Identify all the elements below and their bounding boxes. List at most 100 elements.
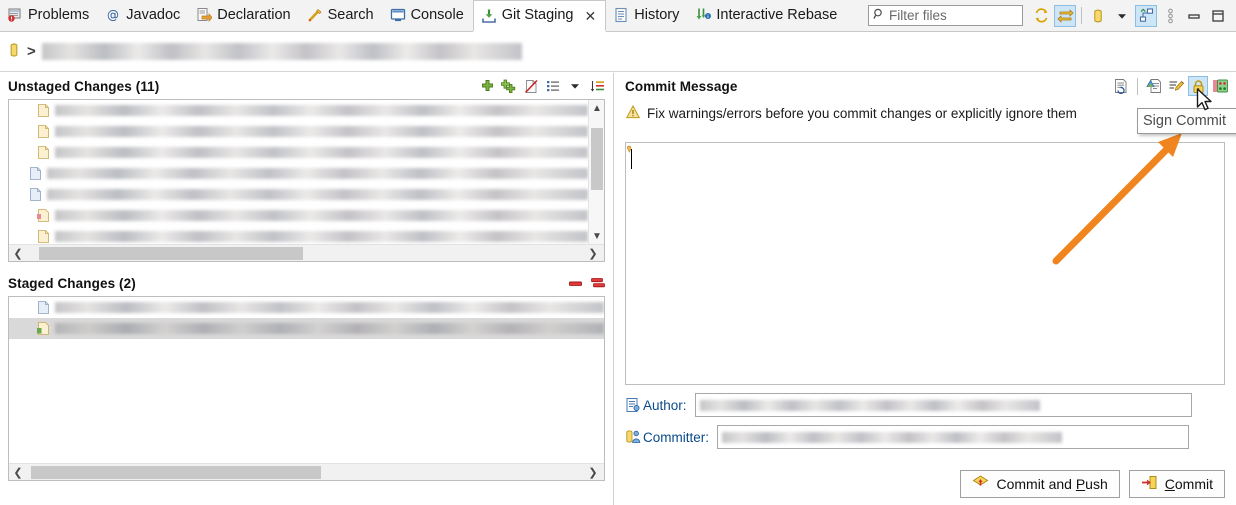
list-item[interactable] xyxy=(9,142,588,163)
scrollbar-thumb[interactable] xyxy=(39,247,303,260)
warning-icon xyxy=(625,104,641,122)
staged-changes-list[interactable]: ❮ ❯ xyxy=(8,296,605,481)
declaration-icon xyxy=(196,7,213,23)
tab-label: Declaration xyxy=(217,6,291,23)
scrollbar-thumb[interactable] xyxy=(591,128,603,190)
author-input[interactable] xyxy=(694,393,1192,417)
tab-problems[interactable]: Problems xyxy=(0,0,98,32)
add-to-index-icon[interactable] xyxy=(477,76,497,96)
tab-search[interactable]: Search xyxy=(300,0,383,32)
filter-files-input[interactable]: Filter files xyxy=(868,5,1023,26)
modified-file-icon xyxy=(29,167,42,180)
list-presentation-icon[interactable] xyxy=(543,76,563,96)
button-label: Commit and Push xyxy=(996,476,1108,492)
staged-changes-title: Staged Changes (2) xyxy=(8,275,136,291)
sort-icon[interactable] xyxy=(587,76,607,96)
changes-pane: Unstaged Changes (11) ▲ ▼ ❮ ❯ Staged Cha… xyxy=(0,73,613,505)
tab-console[interactable]: Console xyxy=(383,0,473,32)
presentation-dropdown-arrow-icon[interactable] xyxy=(565,76,585,96)
add-all-to-index-icon[interactable] xyxy=(499,76,519,96)
sign-commit-tooltip: Sign Commit xyxy=(1137,108,1236,134)
commit-icon xyxy=(1141,474,1158,494)
list-item[interactable] xyxy=(9,205,588,226)
commit-message-preview-icon[interactable] xyxy=(1210,76,1230,96)
tab-interactive-rebase[interactable]: Interactive Rebase xyxy=(688,0,846,32)
tab-label: Javadoc xyxy=(126,6,181,23)
list-item-label xyxy=(55,210,588,221)
staged-toolbar xyxy=(565,273,607,293)
staged-horizontal-scrollbar[interactable]: ❮ ❯ xyxy=(9,463,604,480)
commit-message-title: Commit Message xyxy=(625,78,738,94)
presentation-layout-icon[interactable] xyxy=(1135,4,1157,27)
add-change-id-icon[interactable] xyxy=(1166,76,1186,96)
link-selection-icon[interactable] xyxy=(1054,4,1076,27)
commit-message-input[interactable] xyxy=(625,142,1225,385)
scroll-down-icon[interactable]: ▼ xyxy=(589,228,604,244)
commit-button[interactable]: Commit xyxy=(1128,470,1225,498)
ignore-file-icon[interactable] xyxy=(521,76,541,96)
amend-previous-commit-icon[interactable] xyxy=(1111,76,1131,96)
repository-dropdown-arrow-icon[interactable] xyxy=(1111,5,1133,27)
tab-git-staging[interactable]: Git Staging ✕ xyxy=(472,0,607,32)
scroll-left-icon[interactable]: ❮ xyxy=(9,247,27,260)
remove-all-from-index-icon[interactable] xyxy=(587,273,607,293)
interactive-rebase-icon xyxy=(695,7,712,23)
list-item[interactable] xyxy=(9,163,588,184)
list-item[interactable] xyxy=(9,297,604,318)
modified-file-icon xyxy=(37,125,50,138)
toolbar-divider xyxy=(1081,7,1082,24)
tab-history[interactable]: History xyxy=(606,0,688,32)
modified-file-icon xyxy=(29,188,42,201)
repository-breadcrumb[interactable]: > ░░░░░░░░ ░░░░░░ ░░░ ░░░░░░░░░░░░░░░░░░… xyxy=(0,32,1236,72)
list-item[interactable] xyxy=(9,184,588,205)
staged-added-file-icon xyxy=(37,322,50,335)
scroll-left-icon[interactable]: ❮ xyxy=(9,466,27,479)
committer-input[interactable] xyxy=(717,425,1190,449)
unstaged-horizontal-scrollbar[interactable]: ❮ ❯ xyxy=(9,244,604,261)
close-icon[interactable]: ✕ xyxy=(585,9,597,23)
staged-modified-file-icon xyxy=(37,301,50,314)
scrollbar-thumb[interactable] xyxy=(31,466,321,479)
sign-commit-icon[interactable] xyxy=(1188,76,1208,96)
committer-label: Committer: xyxy=(643,429,710,445)
scroll-up-icon[interactable]: ▲ xyxy=(589,100,604,116)
list-item-label xyxy=(55,126,588,137)
staged-changes-header: Staged Changes (2) xyxy=(0,270,613,296)
add-signed-off-by-icon[interactable] xyxy=(1144,76,1164,96)
scroll-right-icon[interactable]: ❯ xyxy=(584,247,602,260)
git-staging-view: Problems @ Javadoc Declaration Search Co… xyxy=(0,0,1236,505)
modified-file-icon xyxy=(37,104,50,117)
modified-file-icon xyxy=(37,230,50,243)
problems-icon xyxy=(7,7,23,23)
list-item-label xyxy=(47,168,588,179)
refresh-icon[interactable] xyxy=(1030,5,1052,27)
list-item-label xyxy=(55,147,588,158)
list-item[interactable] xyxy=(9,226,588,244)
author-row: Author: xyxy=(625,393,1192,417)
tab-javadoc[interactable]: @ Javadoc xyxy=(98,0,189,32)
list-item[interactable] xyxy=(9,100,588,121)
conflict-file-icon xyxy=(37,209,50,222)
scroll-right-icon[interactable]: ❯ xyxy=(584,466,602,479)
view-tab-bar: Problems @ Javadoc Declaration Search Co… xyxy=(0,0,1236,32)
committer-icon xyxy=(625,429,641,445)
commit-and-push-button[interactable]: Commit and Push xyxy=(960,470,1120,498)
tab-label: History xyxy=(634,6,680,23)
console-icon xyxy=(390,7,406,23)
unstaged-changes-list[interactable]: ▲ ▼ ❮ ❯ xyxy=(8,99,605,262)
minimize-view-icon[interactable] xyxy=(1183,5,1205,27)
maximize-view-icon[interactable] xyxy=(1207,5,1229,27)
list-item[interactable] xyxy=(9,121,588,142)
repository-icon xyxy=(7,42,21,61)
breadcrumb-path: ░░░░░░░░ ░░░░░░ ░░░ ░░░░░░░░░░░░░░░░░░░░… xyxy=(41,43,522,60)
list-item-label xyxy=(55,323,604,334)
tab-declaration[interactable]: Declaration xyxy=(189,0,299,32)
list-item[interactable] xyxy=(9,318,604,339)
view-menu-icon[interactable] xyxy=(1159,5,1181,27)
unstaged-changes-header: Unstaged Changes (11) xyxy=(0,73,613,99)
search-icon xyxy=(307,7,323,23)
unstaged-vertical-scrollbar[interactable]: ▲ ▼ xyxy=(588,100,604,244)
repository-icon[interactable] xyxy=(1087,5,1109,27)
commit-message-pane: Commit Message Fix warnings/errors befor… xyxy=(614,73,1236,505)
remove-from-index-icon[interactable] xyxy=(565,273,585,293)
